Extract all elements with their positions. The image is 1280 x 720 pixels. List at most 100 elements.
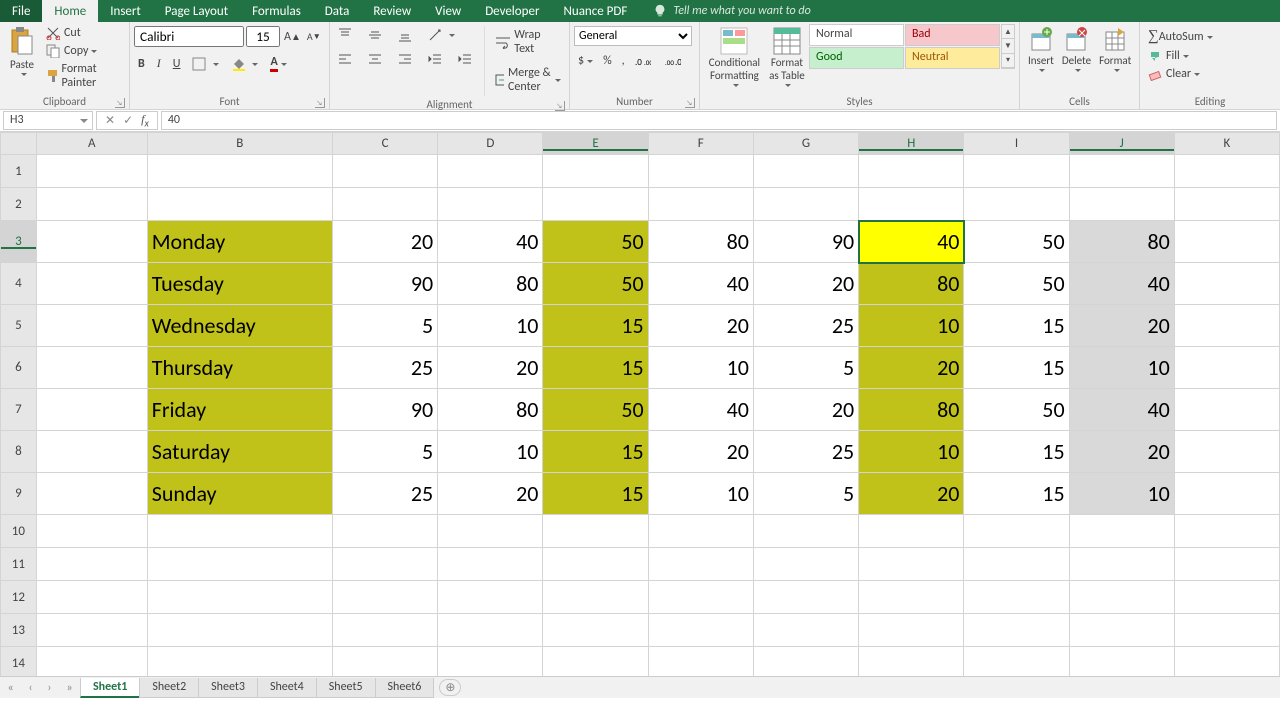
cell-F6[interactable]: 10 xyxy=(648,347,753,389)
cell-H4[interactable]: 80 xyxy=(859,263,964,305)
cell-I11[interactable] xyxy=(964,548,1069,581)
cell-I13[interactable] xyxy=(964,614,1069,647)
cell-I9[interactable]: 15 xyxy=(964,473,1069,515)
cell-K11[interactable] xyxy=(1174,548,1279,581)
cell-G1[interactable] xyxy=(753,155,858,188)
cell-A2[interactable] xyxy=(36,188,147,221)
cell-J12[interactable] xyxy=(1069,581,1174,614)
cell-F13[interactable] xyxy=(648,614,753,647)
increase-indent-button[interactable] xyxy=(454,50,480,68)
cell-D3[interactable]: 40 xyxy=(438,221,543,263)
row-header-10[interactable]: 10 xyxy=(1,515,37,548)
tab-data[interactable]: Data xyxy=(313,0,362,22)
format-painter-button[interactable]: Format Painter xyxy=(42,60,125,92)
cell-H2[interactable] xyxy=(859,188,964,221)
cell-I10[interactable] xyxy=(964,515,1069,548)
cell-E10[interactable] xyxy=(543,515,648,548)
cell-G10[interactable] xyxy=(753,515,858,548)
cell-F12[interactable] xyxy=(648,581,753,614)
cell-A7[interactable] xyxy=(36,389,147,431)
row-header-6[interactable]: 6 xyxy=(1,347,37,389)
cell-B9[interactable]: Sunday xyxy=(147,473,332,515)
cell-B6[interactable]: Thursday xyxy=(147,347,332,389)
cell-K6[interactable] xyxy=(1174,347,1279,389)
cell-K8[interactable] xyxy=(1174,431,1279,473)
orientation-button[interactable] xyxy=(424,26,459,44)
tab-nuance-pdf[interactable]: Nuance PDF xyxy=(551,0,639,22)
cell-I8[interactable]: 15 xyxy=(964,431,1069,473)
fill-color-button[interactable] xyxy=(227,55,262,73)
alignment-launcher-icon[interactable]: ↘ xyxy=(555,101,565,111)
borders-button[interactable] xyxy=(188,55,223,73)
row-header-13[interactable]: 13 xyxy=(1,614,37,647)
decrease-font-button[interactable]: A▼ xyxy=(305,26,323,47)
cell-G12[interactable] xyxy=(753,581,858,614)
cell-styles-gallery[interactable]: Normal Bad Good Neutral xyxy=(809,24,1000,69)
cell-E9[interactable]: 15 xyxy=(543,473,648,515)
cell-J10[interactable] xyxy=(1069,515,1174,548)
cell-D1[interactable] xyxy=(438,155,543,188)
cell-E3[interactable]: 50 xyxy=(543,221,648,263)
styles-scroll[interactable]: ▲▼▾ xyxy=(1001,24,1015,69)
cell-D4[interactable]: 80 xyxy=(438,263,543,305)
cell-I3[interactable]: 50 xyxy=(964,221,1069,263)
percent-button[interactable]: % xyxy=(599,52,616,70)
cell-D13[interactable] xyxy=(438,614,543,647)
style-bad[interactable]: Bad xyxy=(905,24,1000,46)
cell-E6[interactable]: 15 xyxy=(543,347,648,389)
cell-F5[interactable]: 20 xyxy=(648,305,753,347)
cell-E5[interactable]: 15 xyxy=(543,305,648,347)
col-header-B[interactable]: B xyxy=(147,133,332,155)
italic-button[interactable]: I xyxy=(153,54,165,73)
cell-C9[interactable]: 25 xyxy=(332,473,437,515)
cell-G13[interactable] xyxy=(753,614,858,647)
sheet-tab-sheet1[interactable]: Sheet1 xyxy=(80,678,140,698)
row-header-1[interactable]: 1 xyxy=(1,155,37,188)
cell-B11[interactable] xyxy=(147,548,332,581)
cell-G6[interactable]: 5 xyxy=(753,347,858,389)
cell-C8[interactable]: 5 xyxy=(332,431,437,473)
cell-I4[interactable]: 50 xyxy=(964,263,1069,305)
cell-K13[interactable] xyxy=(1174,614,1279,647)
align-top-button[interactable] xyxy=(334,26,360,44)
cell-K4[interactable] xyxy=(1174,263,1279,305)
cell-B8[interactable]: Saturday xyxy=(147,431,332,473)
col-header-C[interactable]: C xyxy=(332,133,437,155)
new-sheet-button[interactable]: ⊕ xyxy=(439,679,461,696)
col-header-D[interactable]: D xyxy=(438,133,543,155)
cell-G9[interactable]: 5 xyxy=(753,473,858,515)
cell-F4[interactable]: 40 xyxy=(648,263,753,305)
cell-C1[interactable] xyxy=(332,155,437,188)
col-header-K[interactable]: K xyxy=(1174,133,1279,155)
style-good[interactable]: Good xyxy=(809,47,904,69)
cell-H10[interactable] xyxy=(859,515,964,548)
cell-C14[interactable] xyxy=(332,647,437,680)
sheet-tab-sheet2[interactable]: Sheet2 xyxy=(139,678,199,698)
cell-D11[interactable] xyxy=(438,548,543,581)
cell-C5[interactable]: 5 xyxy=(332,305,437,347)
cell-C6[interactable]: 25 xyxy=(332,347,437,389)
font-size-select[interactable] xyxy=(246,26,280,47)
insert-cells-button[interactable]: Insert xyxy=(1024,24,1058,75)
cell-F7[interactable]: 40 xyxy=(648,389,753,431)
cell-J9[interactable]: 10 xyxy=(1069,473,1174,515)
cell-G8[interactable]: 25 xyxy=(753,431,858,473)
cell-K14[interactable] xyxy=(1174,647,1279,680)
worksheet-grid[interactable]: ABCDEFGHIJK123Monday20405080904050804Tue… xyxy=(0,132,1280,680)
cell-A8[interactable] xyxy=(36,431,147,473)
fill-button[interactable]: Fill xyxy=(1144,47,1193,65)
font-name-select[interactable] xyxy=(134,26,244,47)
cell-K3[interactable] xyxy=(1174,221,1279,263)
tab-view[interactable]: View xyxy=(423,0,473,22)
cell-A11[interactable] xyxy=(36,548,147,581)
paste-button[interactable]: Paste xyxy=(4,24,40,79)
cell-B10[interactable] xyxy=(147,515,332,548)
tab-developer[interactable]: Developer xyxy=(473,0,551,22)
number-format-select[interactable]: General xyxy=(574,26,692,46)
cell-I5[interactable]: 15 xyxy=(964,305,1069,347)
increase-font-button[interactable]: A▲ xyxy=(282,26,303,47)
cell-H1[interactable] xyxy=(859,155,964,188)
select-all-corner[interactable] xyxy=(1,133,37,155)
cell-E12[interactable] xyxy=(543,581,648,614)
cell-C10[interactable] xyxy=(332,515,437,548)
